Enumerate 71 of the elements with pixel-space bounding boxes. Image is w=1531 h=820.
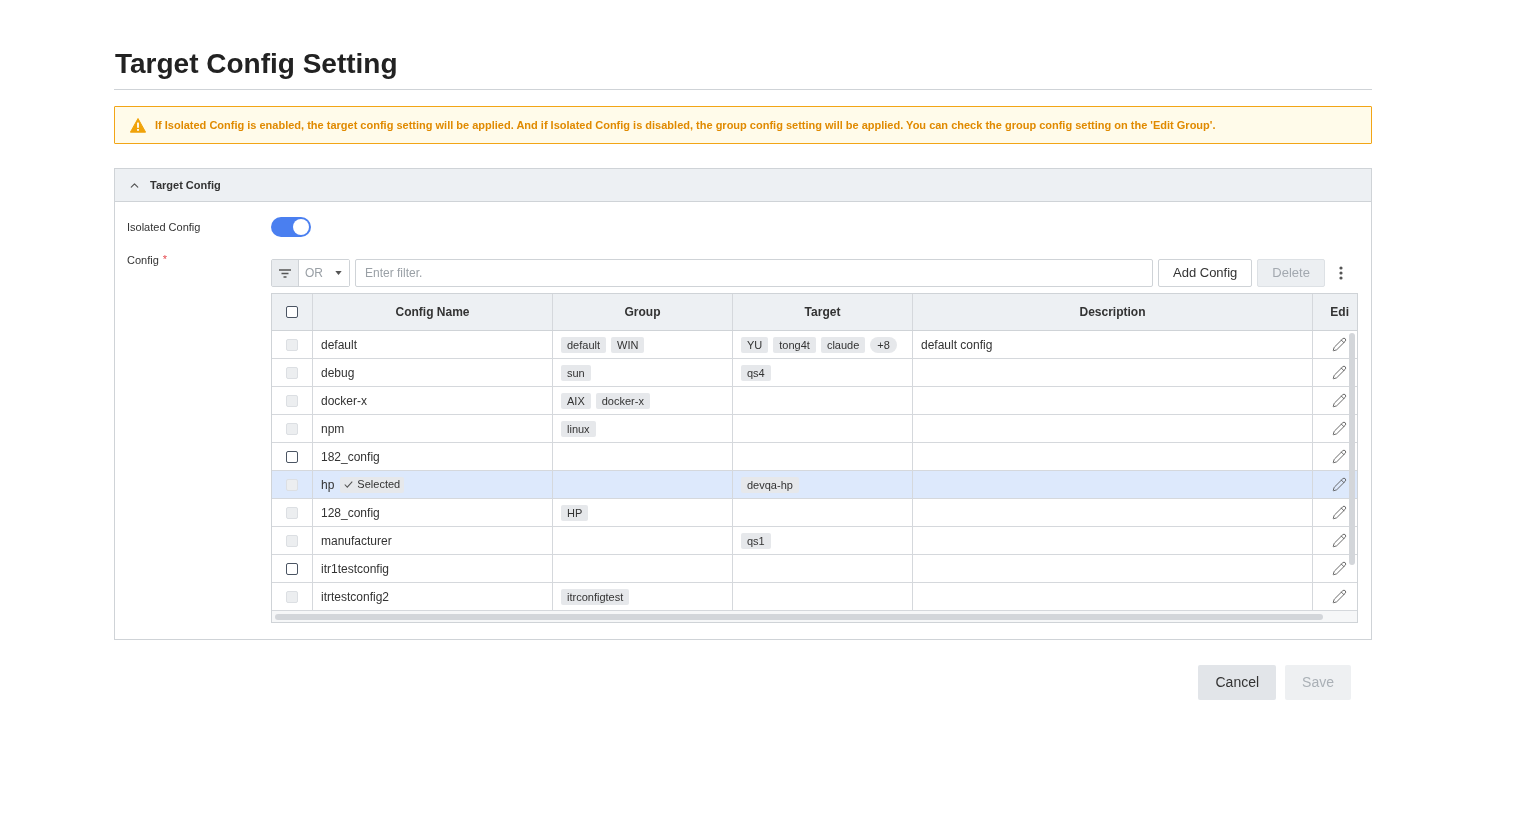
config-name: itr1testconfig (321, 560, 390, 578)
table-row[interactable]: 128_config HP (272, 499, 1357, 527)
horizontal-scrollbar[interactable] (275, 613, 1323, 620)
group-tag: HP (561, 504, 589, 521)
pencil-icon[interactable] (1332, 589, 1347, 604)
filter-input[interactable]: Enter filter. (355, 259, 1153, 287)
status-label: Selected (357, 477, 401, 493)
group-tag: docker-x (595, 392, 650, 409)
column-header[interactable]: Target (804, 303, 841, 321)
page-title: Target Config Setting (114, 47, 399, 81)
pencil-icon[interactable] (1332, 421, 1347, 436)
config-name: manufacturer (321, 532, 392, 550)
more-vertical-icon (1339, 266, 1344, 280)
pencil-icon[interactable] (1332, 337, 1347, 352)
warning-icon (130, 117, 146, 133)
table-row[interactable]: 182_config (272, 443, 1357, 471)
table-row[interactable]: docker-x AIX docker-x (272, 387, 1357, 415)
pencil-icon[interactable] (1332, 505, 1347, 520)
table-row[interactable]: itr1testconfig (272, 555, 1357, 583)
target-tag: tong4t (773, 336, 816, 353)
target-tag: qs1 (741, 532, 771, 549)
config-name: 128_config (321, 504, 380, 522)
table-row[interactable]: default default WIN YU tong4t claude +8 default config (272, 331, 1357, 359)
group-tag: AIX (561, 392, 591, 409)
pencil-icon[interactable] (1332, 561, 1347, 576)
target-tag: claude (820, 336, 866, 353)
checkbox[interactable] (286, 306, 298, 318)
target-tag: devqa-hp (741, 476, 799, 493)
group-tag: sun (561, 364, 591, 381)
group-tag: WIN (611, 336, 645, 353)
pencil-icon[interactable] (1332, 477, 1347, 492)
pencil-icon[interactable] (1332, 449, 1347, 464)
group-tag: itrconfigtest (561, 588, 630, 605)
table-row[interactable]: manufacturer qs1 (272, 527, 1357, 555)
column-header[interactable]: Config Name (395, 303, 470, 321)
config-name: 182_config (321, 448, 380, 466)
group-tag: linux (561, 420, 596, 437)
column-header[interactable]: Edi (1330, 303, 1349, 321)
config-name: hp (321, 476, 335, 494)
table-row[interactable]: npm linux (272, 415, 1357, 443)
column-header[interactable]: Group (624, 303, 661, 321)
field-label: Config (127, 253, 159, 267)
config-name: itrtestconfig2 (321, 588, 390, 606)
toggle-switch[interactable] (271, 217, 311, 237)
check-icon (344, 481, 354, 488)
table-row[interactable]: debug sun qs4 (272, 359, 1357, 387)
table-row[interactable]: hp Selected devqa-hp (272, 471, 1357, 499)
vertical-scrollbar[interactable] (1349, 333, 1355, 565)
config-name: npm (321, 420, 345, 438)
field-label: Isolated Config (127, 219, 202, 235)
description-text: default config (921, 336, 993, 354)
pencil-icon[interactable] (1332, 365, 1347, 380)
target-tag: qs4 (741, 364, 771, 381)
pencil-icon[interactable] (1332, 393, 1347, 408)
warning-text: If Isolated Config is enabled, the target config setting will be applied. And if Isolated Config is disabled, the group config setting will be applied. You can check the group config setting on the 'Edit Group'. (155, 117, 1216, 133)
config-name: default (321, 336, 358, 354)
checkbox[interactable] (286, 450, 298, 463)
more-tags-count[interactable]: +8 (870, 336, 897, 353)
section-header[interactable]: Target Config (115, 169, 1371, 202)
config-name: docker-x (321, 392, 367, 410)
group-tag: default (561, 336, 607, 353)
required-mark: * (162, 253, 168, 265)
table-row[interactable]: itrtestconfig2 itrconfigtest (272, 583, 1357, 611)
button[interactable]: Add Config (1158, 259, 1253, 287)
column-header[interactable]: Description (1079, 303, 1146, 321)
button[interactable]: Cancel (1198, 665, 1277, 700)
checkbox[interactable] (286, 562, 298, 575)
pencil-icon[interactable] (1332, 533, 1347, 548)
target-tag: YU (741, 336, 769, 353)
config-name: debug (321, 364, 355, 382)
section-title: Target Config (150, 177, 221, 193)
